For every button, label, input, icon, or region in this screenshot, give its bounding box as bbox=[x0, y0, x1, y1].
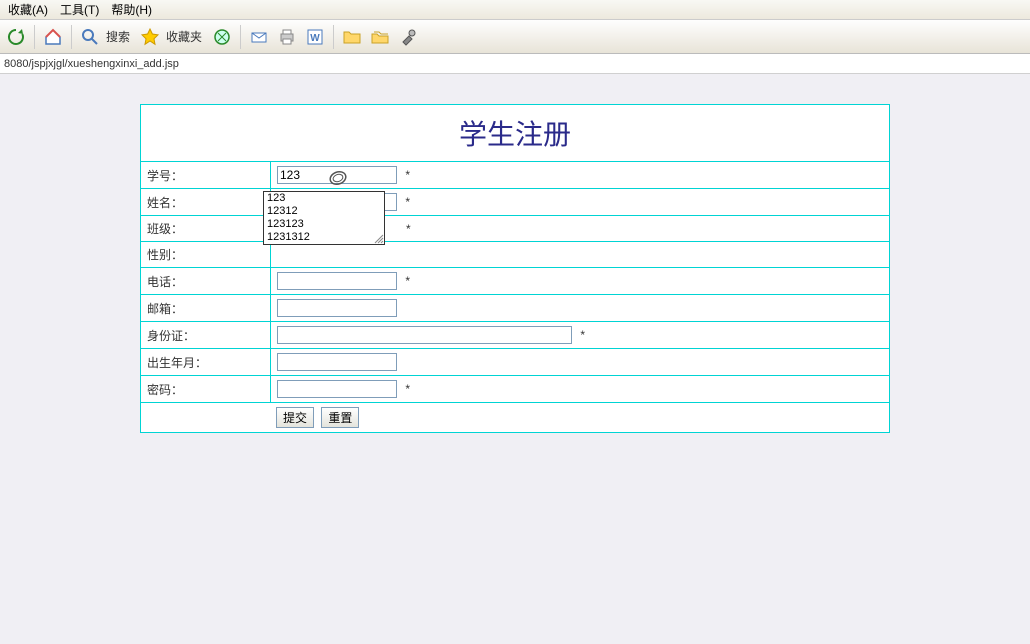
required-mark: * bbox=[580, 328, 585, 342]
input-phone[interactable] bbox=[277, 272, 397, 290]
address-text: 8080/jspjxjgl/xueshengxinxi_add.jsp bbox=[4, 58, 179, 70]
label-student-id: 学号： bbox=[141, 162, 271, 189]
toolbar: 搜索 收藏夹 W bbox=[0, 20, 1030, 54]
home-icon[interactable] bbox=[41, 25, 65, 49]
svg-text:W: W bbox=[310, 33, 320, 44]
required-mark: * bbox=[405, 274, 410, 288]
menubar: 收藏(A) 工具(T) 帮助(H) bbox=[0, 0, 1030, 20]
input-student-id[interactable] bbox=[277, 166, 397, 184]
folder-icon[interactable] bbox=[340, 25, 364, 49]
required-mark: * bbox=[405, 195, 410, 209]
label-birth: 出生年月： bbox=[141, 349, 271, 376]
menu-favorites[interactable]: 收藏(A) bbox=[8, 1, 48, 18]
menu-help[interactable]: 帮助(H) bbox=[111, 1, 152, 18]
autocomplete-item[interactable]: 123 bbox=[264, 192, 384, 205]
required-mark: * bbox=[405, 382, 410, 396]
address-bar[interactable]: 8080/jspjxjgl/xueshengxinxi_add.jsp bbox=[0, 54, 1030, 74]
autocomplete-item[interactable]: 1231312 bbox=[264, 231, 384, 244]
word-icon[interactable]: W bbox=[303, 25, 327, 49]
label-id-card: 身份证： bbox=[141, 322, 271, 349]
required-mark: * bbox=[405, 168, 410, 182]
input-id-card[interactable] bbox=[277, 326, 572, 344]
label-password: 密码： bbox=[141, 376, 271, 403]
label-class: 班级： bbox=[141, 216, 271, 242]
tools-icon[interactable] bbox=[396, 25, 420, 49]
content-area: 学生注册 学号： * 姓名： * 班级： * 性别： 电话 bbox=[0, 74, 1030, 433]
input-birth[interactable] bbox=[277, 353, 397, 371]
autocomplete-item[interactable]: 123123 bbox=[264, 218, 384, 231]
input-password[interactable] bbox=[277, 380, 397, 398]
search-label: 搜索 bbox=[106, 28, 130, 45]
submit-button[interactable]: 提交 bbox=[276, 407, 314, 428]
form-title: 学生注册 bbox=[141, 105, 890, 162]
menu-tools[interactable]: 工具(T) bbox=[60, 1, 99, 18]
label-phone: 电话： bbox=[141, 268, 271, 295]
registration-form: 学生注册 学号： * 姓名： * 班级： * 性别： 电话 bbox=[140, 104, 890, 433]
input-email[interactable] bbox=[277, 299, 397, 317]
refresh-icon[interactable] bbox=[4, 25, 28, 49]
required-mark: * bbox=[406, 222, 411, 236]
mail-icon[interactable] bbox=[247, 25, 271, 49]
history-icon[interactable] bbox=[210, 25, 234, 49]
search-icon[interactable] bbox=[78, 25, 102, 49]
label-name: 姓名： bbox=[141, 189, 271, 216]
folder-stack-icon[interactable] bbox=[368, 25, 392, 49]
label-email: 邮箱： bbox=[141, 295, 271, 322]
print-icon[interactable] bbox=[275, 25, 299, 49]
reset-button[interactable]: 重置 bbox=[321, 407, 359, 428]
label-gender: 性别： bbox=[141, 242, 271, 268]
resize-grip-icon[interactable] bbox=[372, 232, 384, 244]
favorites-star-icon[interactable] bbox=[138, 25, 162, 49]
autocomplete-dropdown[interactable]: 123 12312 123123 1231312 bbox=[263, 191, 385, 245]
favorites-label: 收藏夹 bbox=[166, 28, 202, 45]
autocomplete-item[interactable]: 12312 bbox=[264, 205, 384, 218]
